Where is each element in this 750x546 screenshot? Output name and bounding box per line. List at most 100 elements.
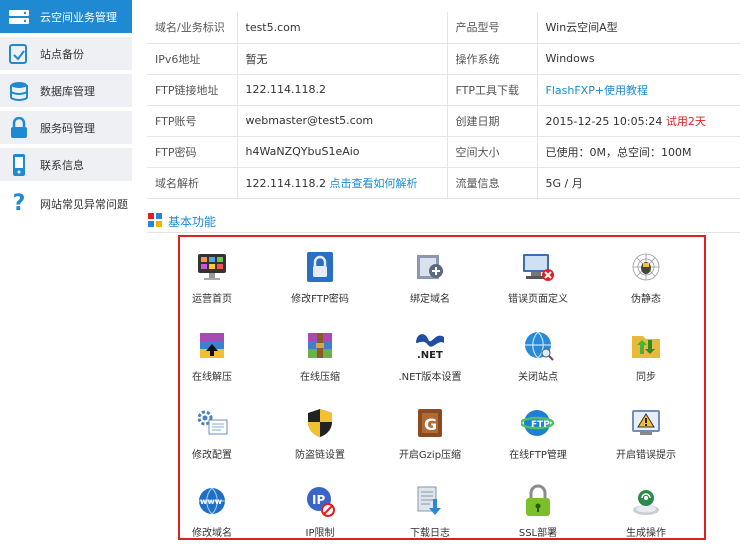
function-label: 错误页面定义: [508, 294, 568, 305]
label-domain: 域名/业务标识: [147, 12, 237, 44]
function-generate[interactable]: 生成操作: [601, 474, 691, 544]
function-grid: 运营首页 修改FTP密码 绑定域名 错误页面定义 伪静态 在线解压 在线压缩 .…: [178, 235, 706, 540]
sidebar-item-contact[interactable]: 联系信息: [0, 148, 132, 182]
sidebar-item-label: 网站常见异常问题: [40, 197, 128, 211]
svg-text:FTP: FTP: [531, 420, 550, 430]
zip-icon: [303, 328, 337, 362]
function-dotnet-version[interactable]: .NET .NET版本设置: [385, 318, 475, 388]
table-row: FTP链接地址 122.114.118.2 FTP工具下载 FlashFXP+使…: [147, 74, 740, 106]
svg-text:www: www: [200, 497, 223, 506]
function-modify-config[interactable]: 修改配置: [167, 396, 257, 466]
value-ipv6: 暂无: [236, 43, 447, 75]
globe-icon: [521, 328, 555, 362]
created-date: 2015-12-25 10:05:24: [545, 114, 663, 128]
info-table: 域名/业务标识 test5.com 产品型号 Win云空间A型 IPv6地址 暂…: [147, 12, 740, 199]
function-sync[interactable]: 同步: [601, 318, 691, 388]
spider-icon: [629, 250, 663, 284]
sidebar-item-label: 云空间业务管理: [40, 10, 117, 24]
sidebar-item-faq[interactable]: ? 网站常见异常问题: [0, 187, 132, 221]
function-modify-domain[interactable]: www 修改域名: [167, 474, 257, 544]
sidebar-item-site-backup[interactable]: 站点备份: [0, 37, 132, 71]
function-download-log[interactable]: 下载日志: [385, 474, 475, 544]
function-label: 开启Gzip压缩: [398, 450, 462, 461]
table-row: 域名解析 122.114.118.2 点击查看如何解析 流量信息 5G / 月: [147, 167, 740, 199]
function-online-ftp[interactable]: FTP 在线FTP管理: [493, 396, 583, 466]
table-row: FTP账号 webmaster@test5.com 创建日期 2015-12-2…: [147, 105, 740, 137]
database-icon: [6, 78, 32, 104]
function-hotlink-protection[interactable]: 防盗链设置: [275, 396, 365, 466]
function-label: 开启错误提示: [616, 450, 676, 461]
function-label: 下载日志: [410, 528, 450, 539]
download-log-icon: [413, 484, 447, 518]
ssl-lock-icon: [521, 484, 555, 518]
function-bind-domain[interactable]: 绑定域名: [385, 240, 475, 310]
table-row: FTP密码 h4WaNZQYbuS1eAio 空间大小 已使用：0M，总空间：1…: [147, 136, 740, 168]
backup-icon: [6, 41, 32, 67]
question-icon: ?: [12, 191, 26, 216]
function-error-prompt[interactable]: 开启错误提示: [601, 396, 691, 466]
label-created: 创建日期: [446, 105, 537, 137]
function-label: 伪静态: [631, 294, 661, 305]
www-icon: www: [195, 484, 229, 518]
sidebar-item-service-code[interactable]: 服务码管理: [0, 111, 132, 145]
value-os: Windows: [536, 43, 740, 75]
function-ip-restriction[interactable]: IP IP限制: [275, 474, 365, 544]
function-close-site[interactable]: 关闭站点: [493, 318, 583, 388]
sidebar-item-database[interactable]: 数据库管理: [0, 74, 132, 108]
svg-text:.NET: .NET: [417, 350, 443, 361]
value-traffic: 5G / 月: [536, 167, 740, 199]
function-label: SSL部署: [518, 528, 558, 539]
section-header: 基本功能: [148, 213, 216, 230]
function-label: 防盗链设置: [295, 450, 345, 461]
flashfxp-link[interactable]: FlashFXP+使用教程: [546, 84, 649, 97]
label-product: 产品型号: [446, 12, 537, 44]
function-change-ftp-password[interactable]: 修改FTP密码: [275, 240, 365, 310]
function-label: 运营首页: [192, 294, 232, 305]
section-divider: [147, 232, 740, 233]
function-label: .NET版本设置: [398, 372, 462, 383]
function-enable-gzip[interactable]: G 开启Gzip压缩: [385, 396, 475, 466]
value-product: Win云空间A型: [536, 12, 740, 44]
label-dns: 域名解析: [147, 167, 237, 199]
dotnet-icon: .NET: [413, 328, 447, 362]
dns-ip: 122.114.118.2: [245, 176, 326, 190]
error-page-icon: [521, 250, 555, 284]
server-icon: [6, 4, 32, 30]
function-label: 修改FTP密码: [291, 294, 349, 305]
value-space-size: 已使用：0M，总空间：100M: [536, 136, 740, 168]
sidebar-item-space-management[interactable]: 云空间业务管理: [0, 0, 132, 34]
function-label: 在线FTP管理: [509, 450, 567, 461]
unzip-icon: [195, 328, 229, 362]
sidebar-item-label: 站点备份: [40, 47, 84, 61]
value-dns: 122.114.118.2 点击查看如何解析: [236, 167, 447, 199]
function-online-zip[interactable]: 在线压缩: [275, 318, 365, 388]
function-pseudo-static[interactable]: 伪静态: [601, 240, 691, 310]
function-label: 关闭站点: [518, 372, 558, 383]
label-traffic: 流量信息: [446, 167, 537, 199]
ip-icon: IP: [303, 484, 337, 518]
ftp-globe-icon: FTP: [521, 406, 555, 440]
value-ftp-account: webmaster@test5.com: [236, 105, 447, 137]
gzip-icon: G: [413, 406, 447, 440]
value-ftp-password: h4WaNZQYbuS1eAio: [236, 136, 447, 168]
sidebar-item-label: 数据库管理: [40, 84, 95, 98]
warning-icon: [629, 406, 663, 440]
function-online-unzip[interactable]: 在线解压: [167, 318, 257, 388]
how-to-resolve-link[interactable]: 点击查看如何解析: [329, 177, 417, 190]
shield-icon: [303, 406, 337, 440]
function-label: 在线解压: [192, 372, 232, 383]
value-created: 2015-12-25 10:05:24 试用2天: [536, 105, 740, 137]
config-icon: [195, 406, 229, 440]
label-space-size: 空间大小: [446, 136, 537, 168]
function-label: IP限制: [305, 528, 335, 539]
function-ssl-deploy[interactable]: SSL部署: [493, 474, 583, 544]
sidebar-item-label: 服务码管理: [40, 121, 95, 135]
value-ftp-address: 122.114.118.2: [236, 74, 447, 106]
monitor-icon: [195, 250, 229, 284]
function-error-page[interactable]: 错误页面定义: [493, 240, 583, 310]
phone-icon: [6, 152, 32, 178]
ftp-lock-icon: [303, 250, 337, 284]
trial-badge: 试用2天: [665, 114, 706, 128]
label-ftp-password: FTP密码: [147, 136, 237, 168]
function-ops-home[interactable]: 运营首页: [167, 240, 257, 310]
